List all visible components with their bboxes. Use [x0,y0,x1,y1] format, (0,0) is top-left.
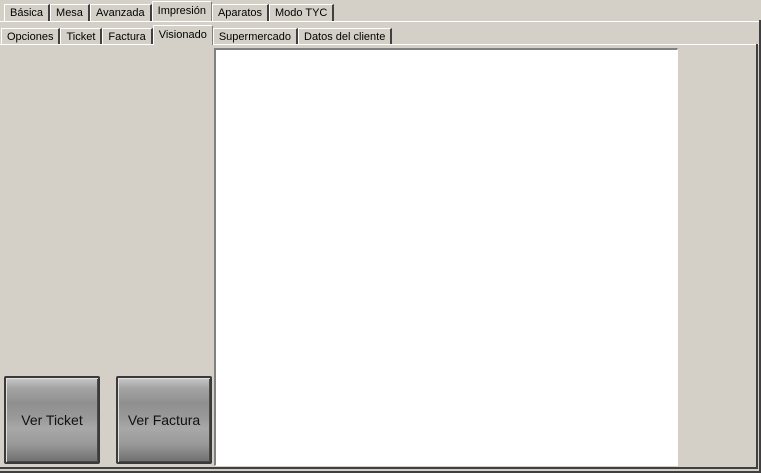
tab-ticket[interactable]: Ticket [60,28,103,45]
tab-datos-del-cliente[interactable]: Datos del cliente [298,28,393,45]
sub-tab-divider [0,44,759,45]
sub-tab-bar: Opciones Ticket Factura Visionado Superm… [1,25,393,45]
main-tab-bar: Básica Mesa Avanzada Impresión Aparatos … [4,1,335,21]
tab-mesa[interactable]: Mesa [50,4,90,21]
tab-avanzada[interactable]: Avanzada [89,4,152,21]
main-tab-divider [0,21,759,22]
tab-modo-tyc[interactable]: Modo TYC [269,4,335,21]
ver-ticket-button[interactable]: Ver Ticket [4,376,100,464]
tab-impresion[interactable]: Impresión [151,1,212,21]
tab-factura[interactable]: Factura [102,28,153,45]
tab-supermercado[interactable]: Supermercado [212,28,298,45]
ver-factura-button[interactable]: Ver Factura [116,376,212,464]
panel-border-right [756,44,758,469]
panel-border-bottom [0,467,758,469]
tab-visionado[interactable]: Visionado [152,25,213,45]
tab-aparatos[interactable]: Aparatos [211,4,269,21]
tab-opciones[interactable]: Opciones [1,28,61,45]
tab-basica[interactable]: Básica [4,4,51,21]
print-preview-area[interactable] [214,48,678,466]
